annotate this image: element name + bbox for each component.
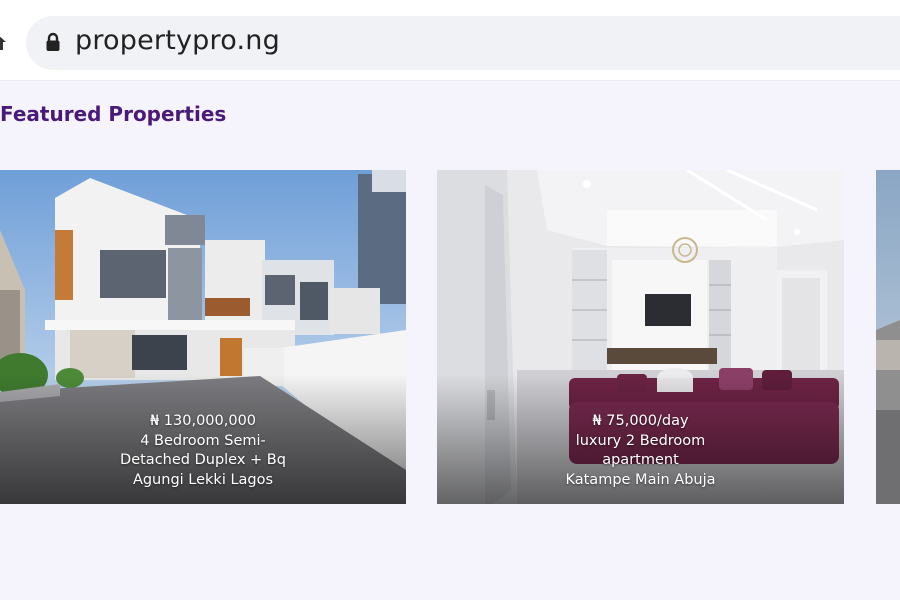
listing-title: apartment: [602, 452, 679, 468]
listing-location: Agungi Lekki Lagos: [132, 471, 274, 488]
listing-title: 4 Bedroom Semi-: [140, 432, 266, 449]
property-card[interactable]: ₦ 130,000,000 4 Bedroom Semi- Detached D…: [0, 170, 406, 504]
property-card[interactable]: ₦ 75,000/day luxury 2 Bedroom apartment …: [437, 170, 844, 504]
listing-location: Katampe Main Abuja: [565, 471, 716, 488]
listing-title: luxury 2 Bedroom: [575, 432, 706, 449]
property-card[interactable]: [876, 170, 900, 504]
section-title: Featured Properties: [0, 102, 227, 126]
property-photo: [876, 170, 900, 504]
address-bar[interactable]: propertypro.ng: [26, 16, 900, 70]
listing-price: ₦ 75,000/day: [592, 413, 689, 429]
listing-price: ₦ 130,000,000: [149, 413, 257, 429]
lock-icon[interactable]: [45, 32, 61, 52]
browser-toolbar: propertypro.ng: [0, 0, 900, 81]
home-icon[interactable]: [0, 31, 8, 53]
listing-caption: ₦ 130,000,000 4 Bedroom Semi- Detached D…: [0, 412, 406, 490]
listing-caption: ₦ 75,000/day luxury 2 Bedroom apartment …: [437, 412, 844, 490]
listing-title: Detached Duplex + Bq: [120, 452, 286, 468]
url-text[interactable]: propertypro.ng: [75, 25, 280, 56]
